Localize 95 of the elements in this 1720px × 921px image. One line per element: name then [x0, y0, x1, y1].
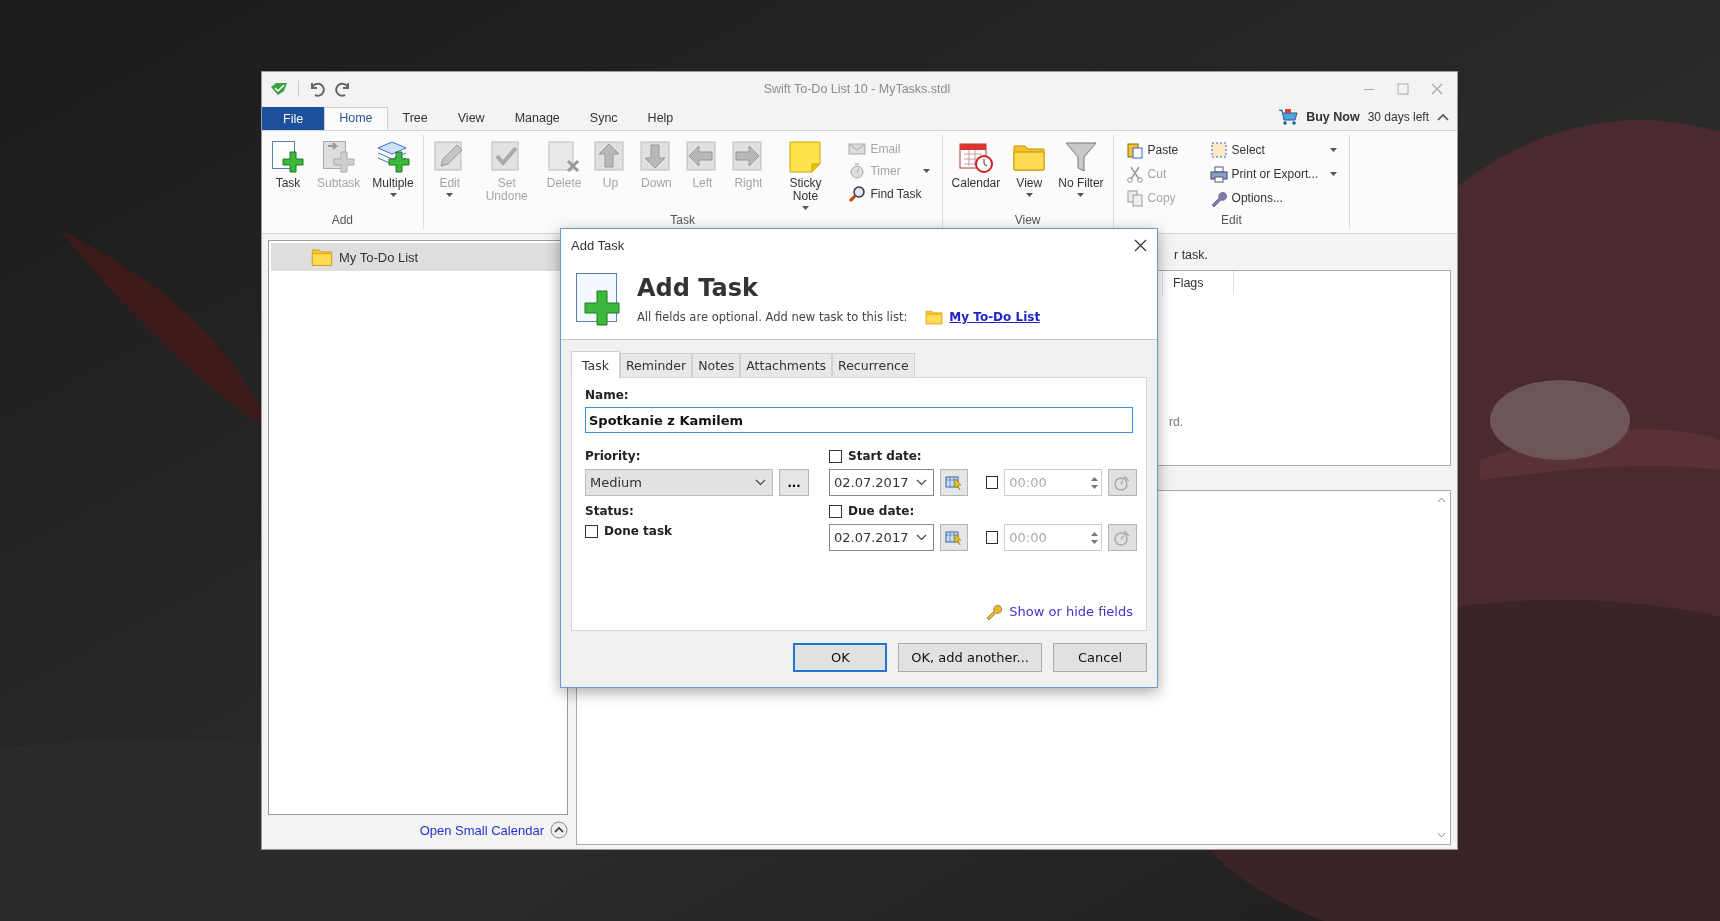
calendar-button[interactable] [940, 524, 968, 551]
dialog-button[interactable]: OK, add another... [898, 643, 1042, 672]
cart-icon[interactable] [1278, 108, 1299, 126]
chevron-down-icon [916, 534, 928, 541]
caret-up-icon[interactable] [1437, 497, 1446, 503]
ribbon-button[interactable]: Task [266, 139, 310, 191]
empty-list-text: rd. [1169, 415, 1183, 429]
group-label: Edit [1220, 213, 1243, 229]
ribbon-button[interactable]: Options... [1207, 187, 1340, 209]
document-x-icon [547, 140, 582, 174]
scissors-icon [1125, 165, 1144, 183]
envelope-icon [848, 141, 867, 157]
hint-text: r task. [1174, 248, 1209, 262]
field-label: Status: [585, 504, 635, 518]
close-icon[interactable] [1134, 238, 1147, 252]
stopwatch-icon [848, 163, 867, 179]
ribbon-tab[interactable]: Manage [499, 107, 575, 130]
calendar-clock-icon [957, 140, 994, 174]
ribbon-tab[interactable]: Sync [574, 107, 633, 130]
ribbon-button[interactable]: Paste [1123, 139, 1194, 161]
funnel-icon [1063, 140, 1098, 174]
wrench-icon [985, 602, 1004, 620]
window-title: Swift To-Do List 10 - MyTasks.stdl [762, 82, 952, 96]
stopwatch-icon [1113, 473, 1132, 492]
group-label: Add [330, 213, 355, 229]
calendar-link[interactable]: Open Small Calendar [419, 822, 544, 838]
file-menu-button[interactable]: File [262, 107, 325, 130]
ribbon-tab[interactable]: View [442, 107, 500, 130]
clipboard-icon [1125, 141, 1144, 159]
name-field[interactable]: Spotkanie z Kamilem [585, 407, 1133, 433]
search-icon [848, 185, 867, 203]
dialog-subtitle: All fields are optional. Add new task to this list: [637, 310, 908, 324]
app-logo-icon[interactable] [270, 82, 288, 96]
collapse-icon[interactable] [1437, 113, 1449, 121]
field-label: Priority: [585, 449, 642, 463]
date-picker[interactable]: 02.07.2017 [829, 469, 935, 496]
sticky-note-icon [788, 140, 823, 174]
folder-icon [311, 246, 333, 268]
list-link[interactable]: My To-Do List [949, 310, 1041, 324]
chevron-down-icon [755, 479, 766, 486]
ribbon-button[interactable]: Sticky Note [772, 139, 839, 211]
column-header[interactable]: Flags [1162, 271, 1234, 295]
calendar-button[interactable] [940, 469, 968, 496]
checkbox[interactable] [585, 524, 598, 538]
dialog-tab[interactable]: Reminder [620, 353, 693, 377]
dialog-tab[interactable]: Recurrence [832, 353, 915, 377]
group-label: Task [669, 213, 696, 229]
undo-icon[interactable] [309, 81, 325, 97]
more-button[interactable]: ... [779, 469, 809, 496]
ribbon-button[interactable]: Print or Export... [1207, 163, 1340, 185]
chevron-down-icon [916, 479, 928, 486]
clock-button[interactable] [1107, 524, 1137, 551]
folder-icon [925, 308, 944, 326]
ribbon-tab[interactable]: Home [324, 107, 388, 130]
expand-up-icon[interactable] [550, 821, 568, 839]
date-picker[interactable]: 02.07.2017 [829, 524, 935, 551]
document-plus-icon [271, 140, 305, 174]
ribbon-tab[interactable]: Tree [387, 107, 443, 130]
wrench-icon [1209, 189, 1228, 207]
clock-button[interactable] [1107, 469, 1137, 496]
dialog-button[interactable]: OK [793, 643, 888, 672]
checkbox[interactable] [985, 476, 999, 489]
priority-dropdown[interactable]: Medium [585, 469, 773, 496]
caret-down-icon[interactable] [1437, 832, 1446, 838]
ribbon-button[interactable]: View [1007, 139, 1052, 198]
selection-icon [1209, 141, 1228, 159]
ribbon-tab[interactable]: Help [632, 107, 689, 130]
dialog-button[interactable]: Cancel [1053, 643, 1147, 672]
redo-icon[interactable] [335, 81, 351, 97]
buy-now-link[interactable]: Buy Now [1306, 110, 1360, 124]
field-label: Due date: [848, 504, 915, 518]
checkbox[interactable] [829, 504, 842, 518]
dialog-tab[interactable]: Task [571, 351, 620, 378]
trial-label: 30 days left [1367, 110, 1429, 124]
document-plus-icon [321, 140, 356, 174]
copy-icon [1125, 189, 1144, 207]
field-label: Start date: [848, 449, 922, 463]
dialog-tab[interactable]: Attachments [740, 353, 833, 377]
ribbon-button[interactable]: Select [1207, 139, 1340, 161]
group-label: View [1013, 213, 1042, 229]
ribbon-button[interactable]: Multiple [367, 139, 419, 198]
stopwatch-icon [1113, 528, 1132, 547]
field-label: Name: [585, 388, 630, 402]
checkbox[interactable] [829, 449, 842, 463]
layers-plus-icon [376, 140, 411, 174]
printer-icon [1209, 165, 1228, 183]
dialog-tab[interactable]: Notes [692, 353, 741, 377]
checkbox[interactable] [985, 531, 999, 544]
ribbon-button[interactable]: No Filter [1053, 139, 1109, 198]
checkbox-label: Done task [604, 524, 673, 538]
dialog-heading: Add Task [637, 274, 759, 302]
dialog-title: Add Task [571, 237, 625, 253]
ribbon-button[interactable]: Find Task [846, 183, 932, 205]
fields-link[interactable]: Show or hide fields [1009, 603, 1133, 619]
ribbon-button[interactable]: Calendar [946, 139, 1006, 191]
